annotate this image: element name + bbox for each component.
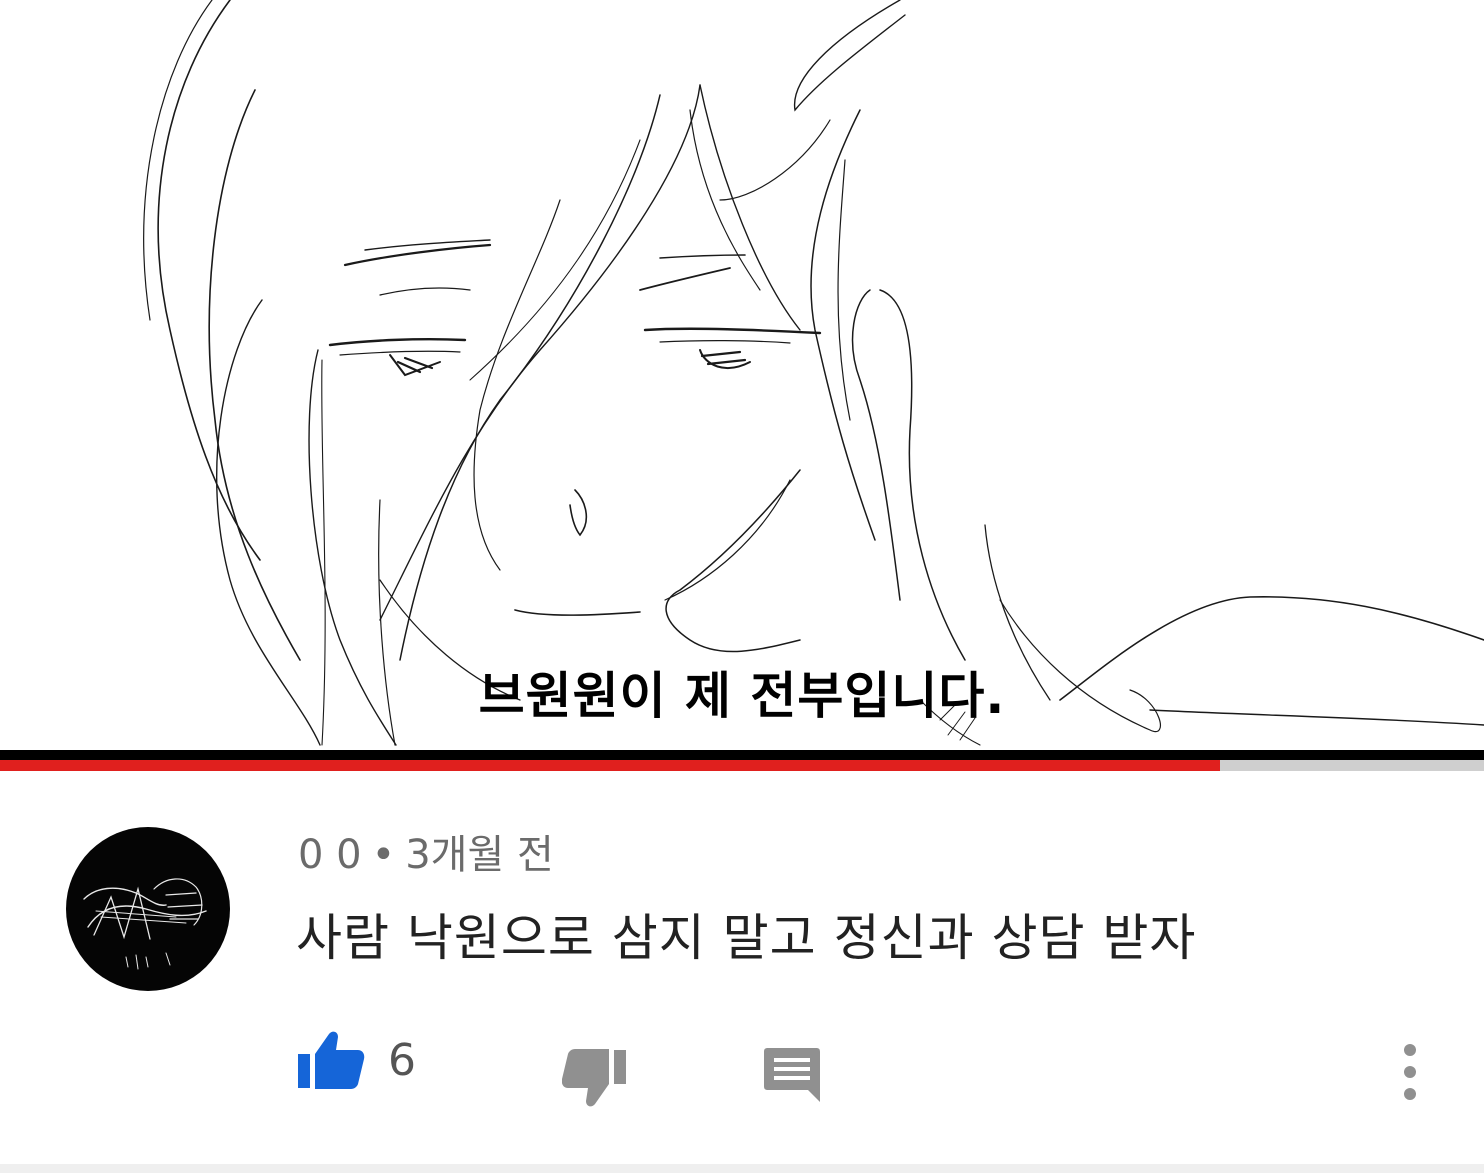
thumbs-down-icon <box>561 1049 626 1107</box>
more-options-button[interactable] <box>1396 1042 1424 1102</box>
video-progress-bar[interactable] <box>0 760 1484 771</box>
bottom-divider <box>0 1164 1484 1173</box>
video-progress-fill <box>0 760 1220 771</box>
screenshot-page: 브원원이 제 전부입니다. 0 0 • 3개월 전 사람 낙원으로 삼지 말고 정신… <box>0 0 1484 1173</box>
dislike-button[interactable] <box>561 1048 628 1110</box>
thumbs-up-icon <box>298 1031 365 1089</box>
comment-time: 3개월 전 <box>405 832 554 878</box>
sketch-illustration <box>143 0 1484 746</box>
like-button[interactable] <box>296 1028 366 1092</box>
comment-meta: 0 0 • 3개월 전 <box>298 829 554 881</box>
comment-author[interactable]: 0 0 <box>298 832 362 878</box>
more-vertical-icon <box>1404 1044 1416 1100</box>
video-bottom-bar <box>0 750 1484 760</box>
sketch-avatar-icon[interactable] <box>66 827 230 991</box>
like-count: 6 <box>388 1035 416 1086</box>
video-subtitle: 브원원이 제 전부입니다. <box>478 667 1006 725</box>
video-player[interactable]: 브원원이 제 전부입니다. <box>0 0 1484 752</box>
comment-actions: 6 <box>0 1026 1484 1126</box>
meta-separator: • <box>371 832 396 878</box>
reply-button[interactable] <box>762 1046 822 1104</box>
comment-text: 사람 낙원으로 삼지 말고 정신과 상담 받자 <box>296 909 1197 967</box>
reply-comment-icon <box>764 1048 820 1102</box>
comment-item: 0 0 • 3개월 전 사람 낙원으로 삼지 말고 정신과 상담 받자 6 <box>0 771 1484 1173</box>
